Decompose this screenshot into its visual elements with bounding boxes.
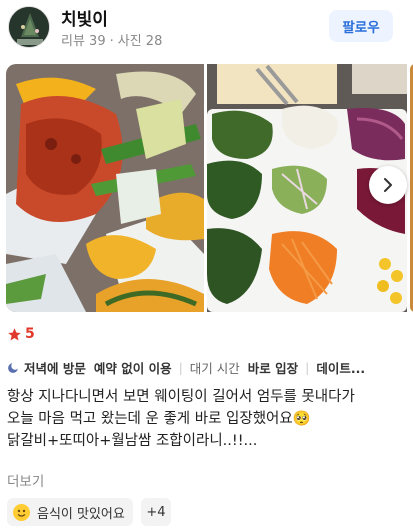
star-icon (8, 327, 21, 340)
review-header: 치빛이 리뷰 39 · 사진 28 팔로우 (0, 0, 413, 58)
review-line: 닭갈비+또띠아+월남쌈 조합이라니..!!... (7, 433, 258, 449)
moon-icon (8, 362, 18, 373)
food-photo-dakgalbi[interactable] (6, 64, 204, 312)
follow-button[interactable]: 팔로우 (329, 10, 393, 42)
review-text: 항상 지나다니면서 보면 웨이팅이 길어서 엄두를 못내다가 오늘 마음 먹고 … (7, 386, 409, 452)
keyword-chip[interactable]: 음식이 맛있어요 (7, 498, 133, 526)
rating: 5 (7, 326, 35, 342)
photo-count: 사진 28 (117, 34, 163, 49)
rating-value: 5 (25, 326, 35, 342)
review-line: 오늘 마음 먹고 왔는데 운 좋게 바로 입장했어요🥺 (7, 411, 311, 427)
visit-time-label: 저녁에 방문 (24, 360, 86, 376)
more-keywords-chip[interactable]: +4 (141, 498, 171, 526)
visit-info-tags: 저녁에 방문 예약 없이 이용 | 대기 시간 바로 입장 | 데이트... (7, 357, 413, 377)
divider: | (305, 359, 310, 375)
user-name[interactable]: 치빛이 (61, 5, 108, 30)
keyword-chip-label: 음식이 맛있어요 (37, 506, 125, 522)
smile-emoji-icon (13, 503, 30, 521)
separator: · (109, 34, 114, 49)
user-stats: 리뷰 39 · 사진 28 (61, 30, 162, 49)
reservation-tag: 예약 없이 이용 (93, 360, 172, 376)
next-photo-button[interactable] (369, 166, 407, 204)
visit-time-tag: 저녁에 방문 (7, 358, 86, 377)
photo-carousel[interactable] (6, 64, 413, 312)
wait-time-tag: 대기 시간 바로 입장 (189, 360, 299, 376)
review-line: 항상 지나다니면서 보면 웨이팅이 길어서 엄두를 못내다가 (7, 389, 355, 405)
chevron-right-icon (384, 178, 392, 192)
review-count: 리뷰 39 (61, 34, 106, 49)
purpose-tag: 데이트... (316, 360, 366, 376)
read-more-link[interactable]: 더보기 (7, 470, 44, 490)
avatar[interactable] (8, 6, 50, 48)
divider: | (178, 359, 183, 375)
